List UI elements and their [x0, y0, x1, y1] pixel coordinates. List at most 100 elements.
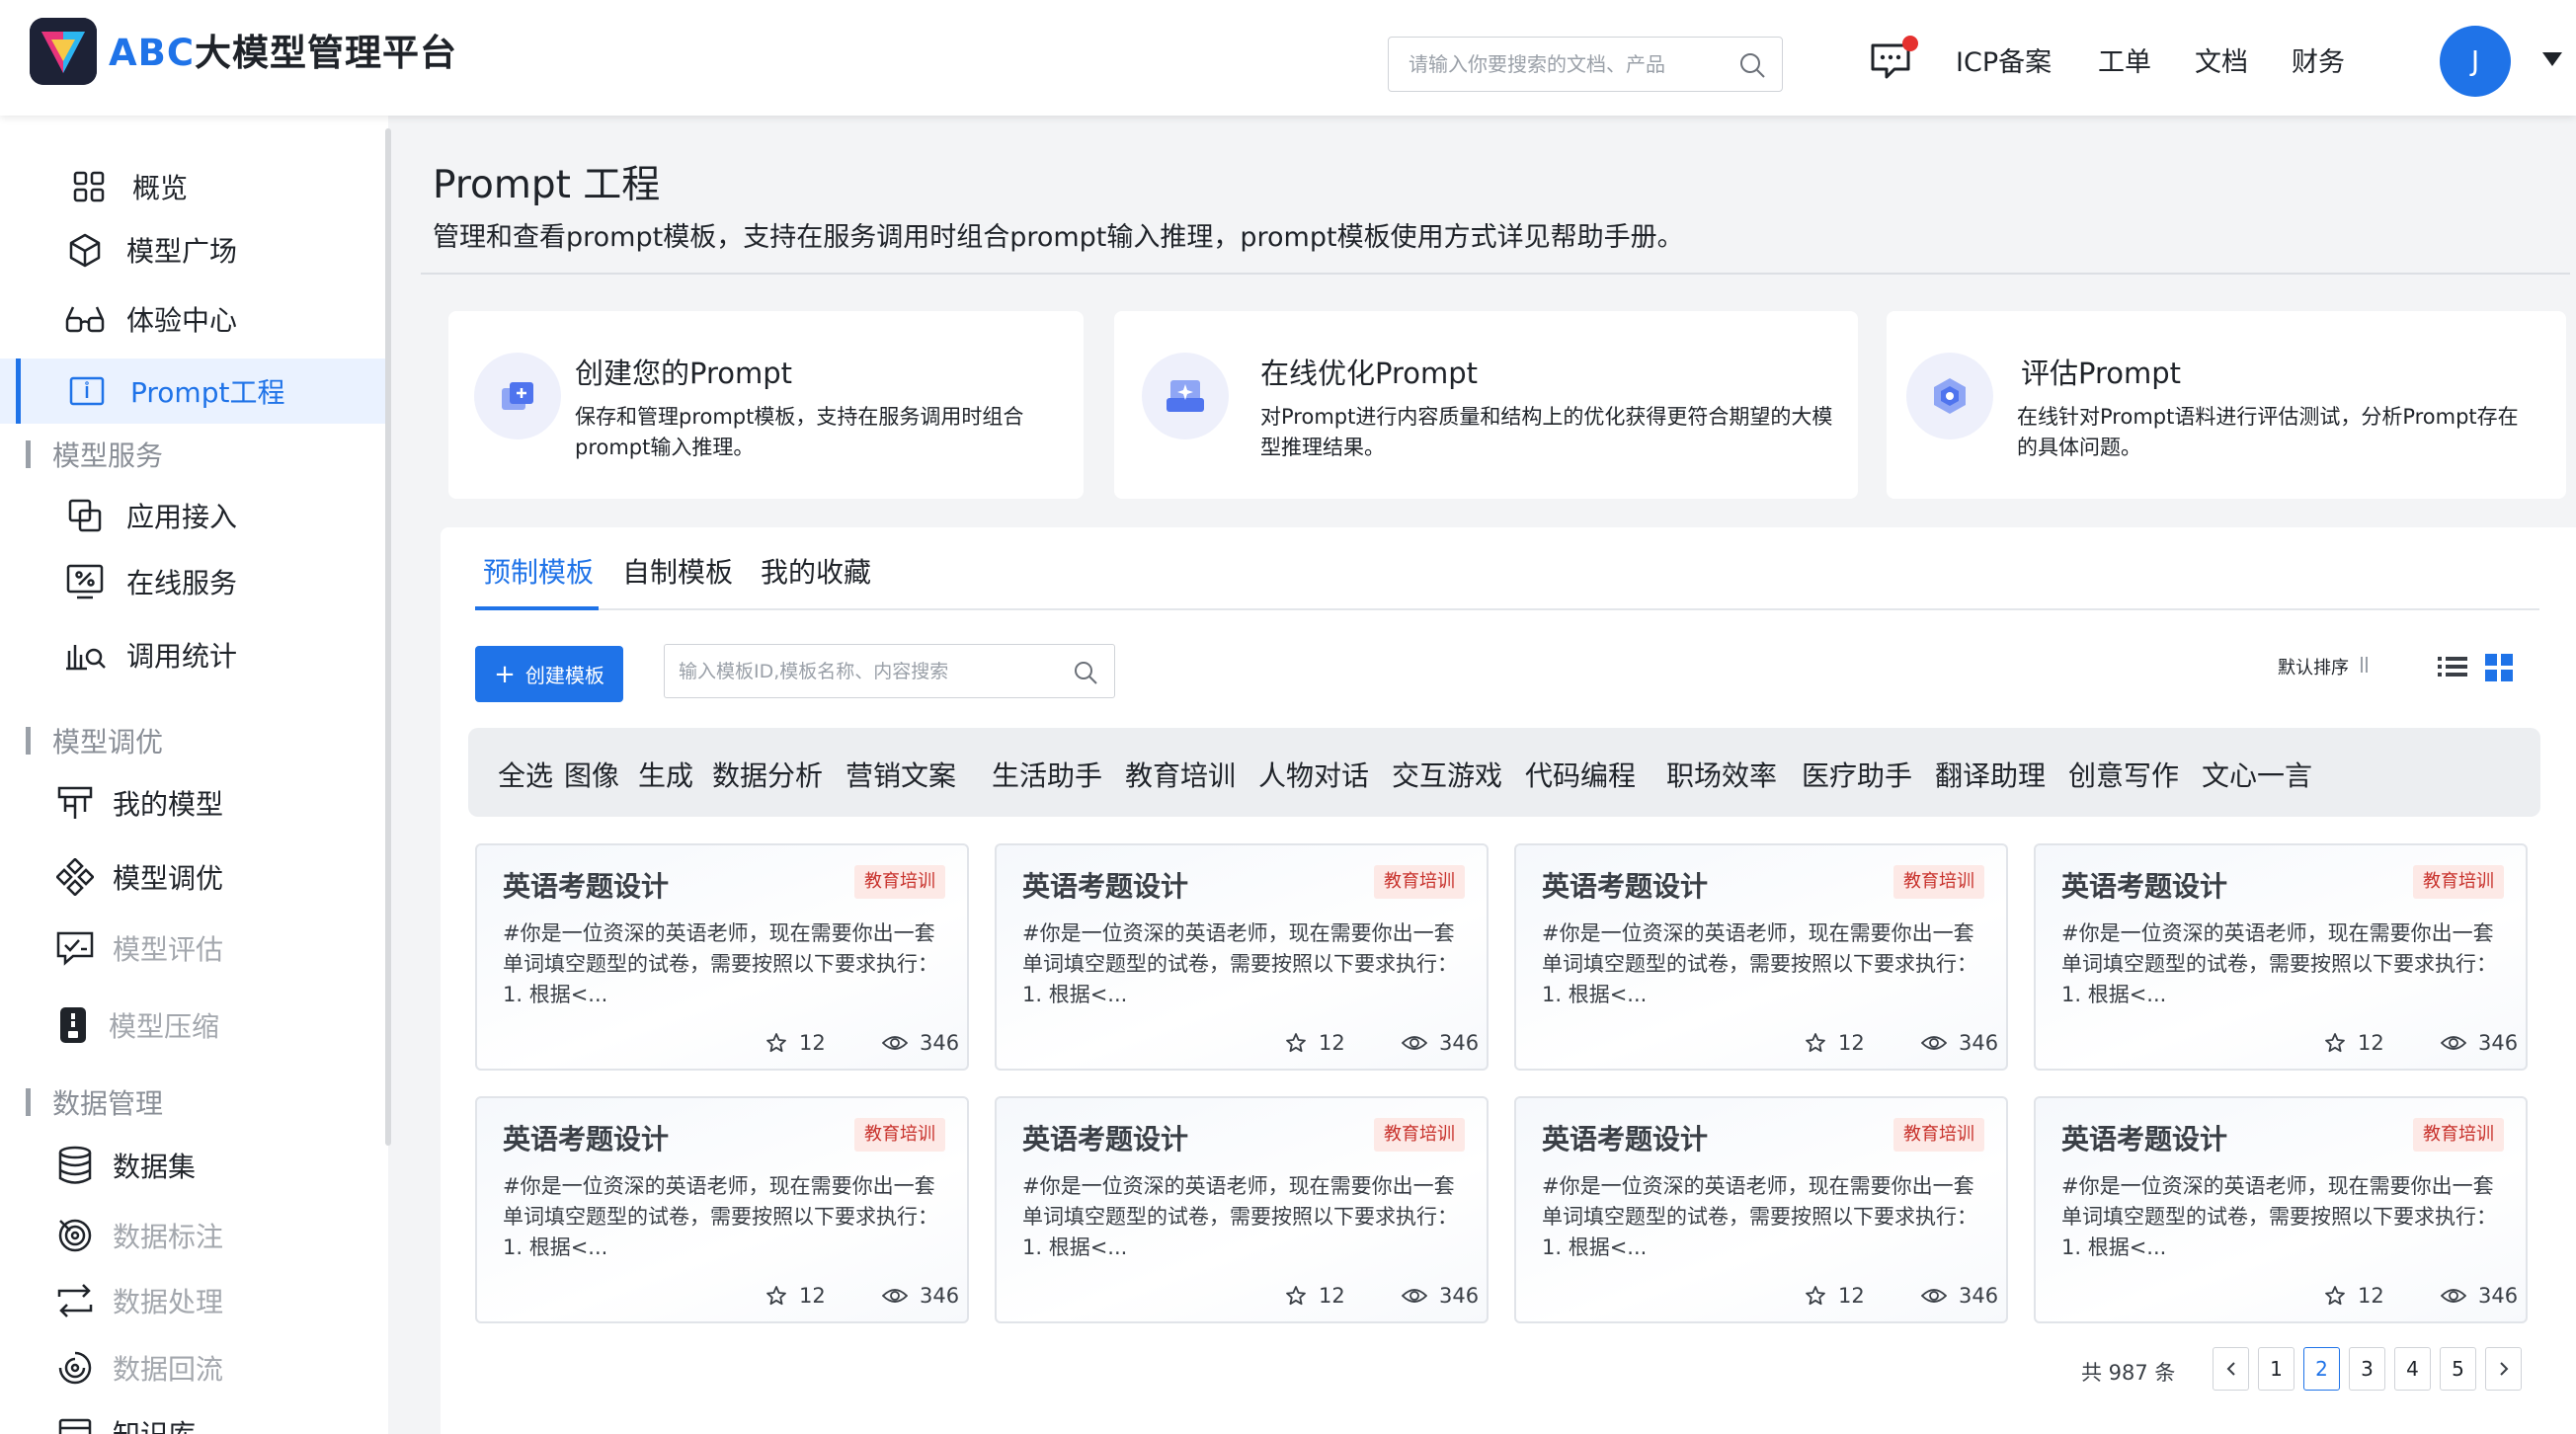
card-description: #你是一位资深的英语老师，现在需要你出一套单词填空题型的试卷，需要按照以下要求执…: [1022, 921, 1458, 1006]
feature-description: 保存和管理prompt模板，支持在服务调用时组合prompt输入推理。: [575, 405, 1024, 459]
card-stars[interactable]: 12: [765, 1031, 826, 1055]
nav-icp[interactable]: ICP备案: [1956, 43, 2052, 83]
pagination-page[interactable]: 3: [2349, 1347, 2385, 1391]
sidebar-item-model-square[interactable]: 模型广场: [0, 217, 385, 282]
feature-card-create[interactable]: 创建您的Prompt 保存和管理prompt模板，支持在服务调用时组合promp…: [448, 311, 1084, 499]
sidebar-item-experience[interactable]: 体验中心: [0, 286, 385, 352]
caret-down-icon[interactable]: [2542, 51, 2562, 70]
category-character-chat[interactable]: 人物对话: [1258, 755, 1369, 794]
pagination-next[interactable]: [2485, 1347, 2522, 1391]
category-data-analysis[interactable]: 数据分析: [712, 755, 823, 794]
tab-preset-templates[interactable]: 预制模板: [483, 551, 594, 591]
category-image[interactable]: 图像: [564, 755, 619, 794]
card-description: #你是一位资深的英语老师，现在需要你出一套单词填空题型的试卷，需要按照以下要求执…: [1542, 1174, 1977, 1259]
pagination-page[interactable]: 1: [2258, 1347, 2294, 1391]
pagination-page[interactable]: 4: [2394, 1347, 2431, 1391]
nav-docs[interactable]: 文档: [2195, 43, 2248, 83]
category-marketing[interactable]: 营销文案: [845, 755, 956, 794]
sidebar-item-dataset[interactable]: 数据集: [0, 1133, 385, 1198]
sidebar-item-my-model[interactable]: 我的模型: [0, 770, 385, 836]
sidebar-item-data-label[interactable]: 数据标注: [0, 1203, 385, 1268]
sidebar-item-label: 在线服务: [126, 567, 238, 599]
sidebar-item-online-service[interactable]: 在线服务: [0, 549, 385, 614]
card-stars[interactable]: 12: [1805, 1284, 1865, 1308]
search-icon[interactable]: [1738, 51, 1766, 83]
sidebar-item-model-tuning[interactable]: 模型调优: [0, 844, 385, 910]
sidebar-item-call-stats[interactable]: 调用统计: [0, 622, 385, 687]
feature-description: 在线针对Prompt语料进行评估测试，分析Prompt存在的具体问题。: [2017, 405, 2519, 459]
user-avatar[interactable]: J: [2440, 26, 2511, 97]
prompt-icon: [65, 369, 109, 413]
card-stars[interactable]: 12: [2324, 1031, 2384, 1055]
template-card[interactable]: 英语考题设计 教育培训 #你是一位资深的英语老师，现在需要你出一套单词填空题型的…: [475, 1096, 969, 1323]
category-wenxin[interactable]: 文心一言: [2202, 755, 2312, 794]
category-creative-writing[interactable]: 创意写作: [2068, 755, 2179, 794]
pagination-prev[interactable]: [2213, 1347, 2249, 1391]
template-card[interactable]: 英语考题设计 教育培训 #你是一位资深的英语老师，现在需要你出一套单词填空题型的…: [995, 1096, 1489, 1323]
sidebar-item-data-reflow[interactable]: 数据回流: [0, 1335, 385, 1400]
message-button[interactable]: [1869, 36, 1918, 81]
card-description: #你是一位资深的英语老师，现在需要你出一套单词填空题型的试卷，需要按照以下要求执…: [503, 921, 938, 1006]
sidebar-scrollbar[interactable]: [385, 128, 391, 1146]
category-medical[interactable]: 医疗助手: [1802, 755, 1912, 794]
app-title[interactable]: ABC 大模型管理平台: [109, 28, 457, 79]
tab-my-favorites[interactable]: 我的收藏: [761, 551, 871, 591]
view-count: 346: [920, 1284, 960, 1308]
star-icon: [2325, 1286, 2345, 1306]
card-category-tag: 教育培训: [854, 865, 945, 899]
card-stars[interactable]: 12: [765, 1284, 826, 1308]
card-description: #你是一位资深的英语老师，现在需要你出一套单词填空题型的试卷，需要按照以下要求执…: [1022, 1174, 1458, 1259]
feature-card-evaluate[interactable]: 评估Prompt 在线针对Prompt语料进行评估测试，分析Prompt存在的具…: [1887, 311, 2566, 499]
create-template-button[interactable]: + 创建模板: [475, 646, 623, 702]
card-views: 346: [1921, 1031, 1998, 1055]
sidebar-item-data-process[interactable]: 数据处理: [0, 1268, 385, 1333]
global-search-input[interactable]: [1409, 38, 1734, 91]
card-category-tag: 教育培训: [2413, 1118, 2504, 1152]
model-compress-icon: [51, 1003, 95, 1047]
sidebar-item-label: 调用统计: [126, 640, 238, 673]
template-card[interactable]: 英语考题设计 教育培训 #你是一位资深的英语老师，现在需要你出一套单词填空题型的…: [2034, 843, 2528, 1071]
category-generate[interactable]: 生成: [638, 755, 693, 794]
search-icon[interactable]: [1073, 660, 1098, 689]
sidebar-item-overview[interactable]: 概览: [0, 154, 385, 219]
sidebar-item-knowledge[interactable]: 知识库: [0, 1400, 385, 1434]
template-card[interactable]: 英语考题设计 教育培训 #你是一位资深的英语老师，现在需要你出一套单词填空题型的…: [475, 843, 969, 1071]
app-logo-icon[interactable]: [30, 18, 97, 85]
nav-ticket[interactable]: 工单: [2098, 43, 2151, 83]
card-stars[interactable]: 12: [1285, 1284, 1345, 1308]
category-work-efficiency[interactable]: 职场效率: [1666, 755, 1777, 794]
sidebar-item-prompt[interactable]: Prompt工程: [0, 358, 385, 424]
create-template-label: 创建模板: [524, 664, 604, 687]
sidebar-item-model-eval[interactable]: 模型评估: [0, 916, 385, 981]
nav-finance[interactable]: 财务: [2292, 43, 2345, 83]
category-education[interactable]: 教育培训: [1125, 755, 1236, 794]
sort-dropdown[interactable]: 默认排序: [2278, 654, 2371, 679]
category-all[interactable]: 全选: [498, 755, 553, 794]
template-card[interactable]: 英语考题设计 教育培训 #你是一位资深的英语老师，现在需要你出一套单词填空题型的…: [1514, 843, 2008, 1071]
category-interactive-game[interactable]: 交互游戏: [1392, 755, 1502, 794]
sidebar-item-model-compress[interactable]: 模型压缩: [0, 993, 385, 1058]
sidebar-item-app-access[interactable]: 应用接入: [0, 483, 385, 548]
create-prompt-icon: [474, 353, 561, 439]
feature-card-optimize[interactable]: 在线优化Prompt 对Prompt进行内容质量和结构上的优化获得更符合期望的大…: [1114, 311, 1858, 499]
category-translation[interactable]: 翻译助理: [1935, 755, 2046, 794]
card-stars[interactable]: 12: [1285, 1031, 1345, 1055]
app-title-accent: ABC: [109, 32, 195, 74]
tab-custom-templates[interactable]: 自制模板: [622, 551, 733, 591]
category-coding[interactable]: 代码编程: [1525, 755, 1636, 794]
pagination-page-current[interactable]: 2: [2303, 1347, 2340, 1391]
template-card[interactable]: 英语考题设计 教育培训 #你是一位资深的英语老师，现在需要你出一套单词填空题型的…: [2034, 1096, 2528, 1323]
template-card[interactable]: 英语考题设计 教育培训 #你是一位资深的英语老师，现在需要你出一套单词填空题型的…: [1514, 1096, 2008, 1323]
template-card[interactable]: 英语考题设计 教育培训 #你是一位资深的英语老师，现在需要你出一套单词填空题型的…: [995, 843, 1489, 1071]
template-search-input[interactable]: [679, 645, 1064, 697]
list-view-icon[interactable]: [2438, 655, 2467, 678]
grid-view-icon[interactable]: [2485, 654, 2513, 681]
page-description: 管理和查看prompt模板，支持在服务调用时组合prompt输入推理，promp…: [433, 222, 1684, 253]
card-stars[interactable]: 12: [1805, 1031, 1865, 1055]
card-stars[interactable]: 12: [2324, 1284, 2384, 1308]
star-count: 12: [2358, 1031, 2384, 1055]
star-count: 12: [1319, 1284, 1345, 1308]
model-tuning-icon: [53, 855, 97, 899]
pagination-page[interactable]: 5: [2440, 1347, 2476, 1391]
category-life-assistant[interactable]: 生活助手: [992, 755, 1102, 794]
